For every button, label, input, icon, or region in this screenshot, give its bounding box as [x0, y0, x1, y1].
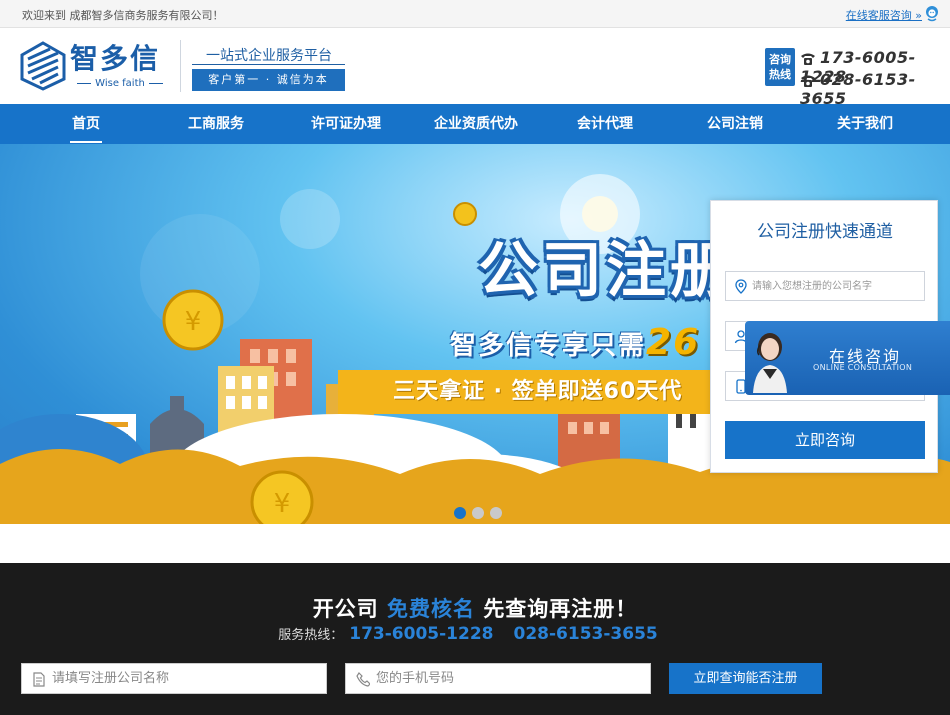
telephone-icon — [801, 75, 815, 87]
nav-item-qualification[interactable]: 企业资质代办 — [432, 104, 520, 144]
online-service-link[interactable]: 在线客服咨询 » — [846, 7, 922, 23]
slogan-main: 一站式企业服务平台 — [206, 48, 332, 64]
logo-english: Wise faith — [72, 78, 168, 89]
nav-item-accounting[interactable]: 会计代理 — [575, 104, 635, 144]
svg-text:¥: ¥ — [274, 489, 291, 519]
service-hotline-label: 服务热线： — [278, 628, 344, 643]
slider-dot-3[interactable] — [490, 507, 502, 519]
banner-headline: 公司注册 — [478, 236, 734, 306]
telephone-icon — [801, 53, 815, 65]
main-nav: 首页 工商服务 许可证办理 企业资质代办 会计代理 公司注销 关于我们 — [0, 104, 950, 144]
phone-handset-icon — [356, 672, 370, 687]
name-check-title-c: 先查询再注册！ — [483, 597, 638, 621]
banner-ribbon: 三天拿证 · 签单即送60天代 — [338, 370, 738, 414]
query-company-input[interactable] — [52, 664, 312, 693]
nav-item-about[interactable]: 关于我们 — [835, 104, 895, 144]
hotline-phone-2-text: 028-6153-3655 — [800, 70, 916, 108]
slider-dot-1[interactable] — [454, 507, 466, 519]
panel-title: 公司注册快速通道 — [757, 222, 893, 242]
name-check-section: 开公司 免费核名 先查询再注册！ 服务热线： 173-6005-1228 028-6… — [0, 563, 950, 715]
document-icon — [33, 672, 45, 687]
name-check-title-a: 开公司 — [312, 597, 379, 621]
hotline-label-1: 咨询 — [769, 53, 791, 66]
consult-subtitle: ONLINE CONSULTATION — [813, 363, 913, 372]
banner-subline: 智多信专享只需26 — [450, 322, 700, 363]
query-company-field[interactable] — [21, 663, 327, 694]
nav-item-home[interactable]: 首页 — [70, 104, 102, 144]
name-check-title-b: 免费核名 — [387, 597, 475, 621]
svg-text:¥: ¥ — [185, 307, 202, 337]
welcome-text: 欢迎来到 成都智多信商务服务有限公司！ — [22, 9, 224, 22]
site-header: 智多信 Wise faith 一站式企业服务平台 客户第一 · 诚信为本 咨询 … — [0, 28, 950, 108]
service-hotline: 服务热线： 173-6005-1228 028-6153-3655 — [0, 624, 950, 644]
nav-item-deregistration[interactable]: 公司注销 — [705, 104, 765, 144]
header-divider — [180, 40, 181, 92]
slider-dots — [454, 504, 508, 523]
consult-now-button[interactable]: 立即咨询 — [725, 421, 925, 459]
section-gap — [0, 524, 950, 563]
nav-item-license[interactable]: 许可证办理 — [309, 104, 383, 144]
customer-service-agent-icon — [753, 333, 787, 393]
hotline-phone-2[interactable]: 028-6153-3655 — [800, 70, 950, 108]
slider-dot-2[interactable] — [472, 507, 484, 519]
slogan-sub: 客户第一 · 诚信为本 — [192, 69, 345, 91]
check-availability-button[interactable]: 立即查询能否注册 — [669, 663, 822, 694]
company-name-input[interactable] — [752, 272, 920, 300]
query-phone-input[interactable] — [376, 664, 636, 693]
logo-text[interactable]: 智多信 — [70, 43, 160, 75]
hotline-label-2: 热线 — [769, 68, 791, 81]
service-hotline-2[interactable]: 028-6153-3655 — [514, 624, 658, 644]
logo-mark-icon[interactable] — [20, 41, 66, 91]
banner-subline-text: 智多信专享只需 — [450, 331, 647, 361]
slogan-divider — [192, 64, 345, 65]
hotline-badge: 咨询 热线 — [765, 48, 795, 86]
location-pin-icon — [735, 279, 747, 294]
nav-item-business-services[interactable]: 工商服务 — [186, 104, 246, 144]
top-bar: 欢迎来到 成都智多信商务服务有限公司！ 在线客服咨询 » — [0, 0, 950, 28]
customer-service-icon[interactable] — [924, 5, 940, 22]
banner-price: 26 — [646, 322, 701, 363]
online-consultation-widget[interactable]: 在线咨询 ONLINE CONSULTATION — [745, 321, 950, 395]
name-check-title: 开公司 免费核名 先查询再注册！ — [0, 593, 950, 623]
company-name-field[interactable] — [725, 271, 925, 301]
service-hotline-1[interactable]: 173-6005-1228 — [349, 624, 493, 644]
query-phone-field[interactable] — [345, 663, 651, 694]
